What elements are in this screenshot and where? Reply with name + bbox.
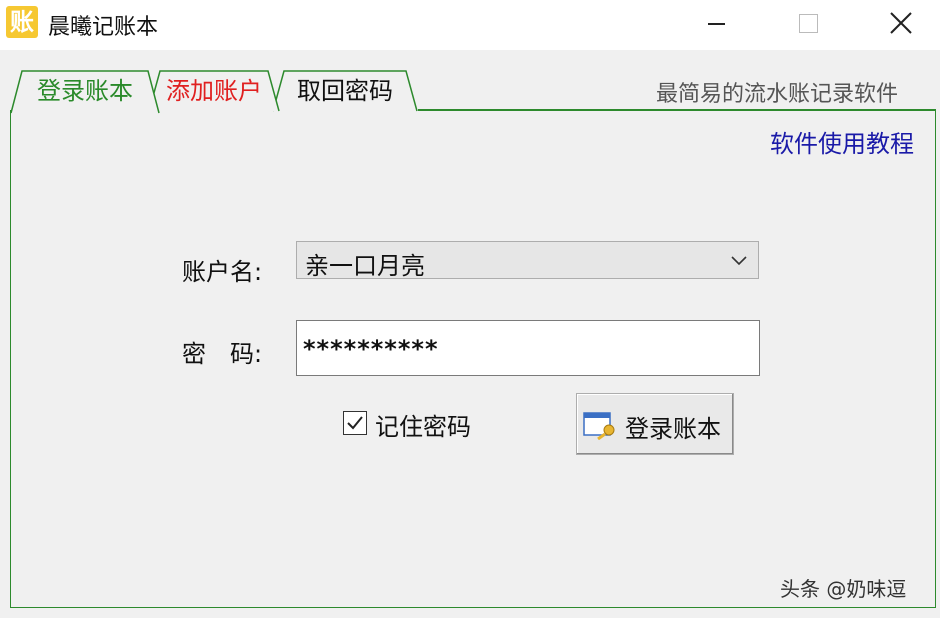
app-logo-icon: 账 (6, 6, 38, 38)
watermark: 头条 @奶味逗 (780, 577, 907, 601)
checkmark-icon (347, 416, 363, 430)
tab-login-ledger[interactable]: 登录账本 (10, 70, 160, 114)
tab-recover-label: 取回密码 (297, 77, 393, 105)
minimize-button[interactable] (694, 0, 740, 46)
login-button-label: 登录账本 (625, 415, 721, 443)
close-icon (890, 12, 912, 34)
tab-add-label: 添加账户 (166, 77, 262, 105)
username-label: 账户名: (182, 258, 263, 286)
window-edge (940, 50, 950, 618)
tab-login-label: 登录账本 (37, 77, 133, 105)
window-title: 晨曦记账本 (48, 15, 159, 40)
tab-recover-password[interactable]: 取回密码 (272, 70, 418, 112)
tab-add-account[interactable]: 添加账户 (148, 70, 280, 112)
password-label: 密 码: (182, 340, 263, 368)
username-value: 亲一口月亮 (305, 252, 425, 280)
password-field[interactable]: ********** (296, 320, 760, 376)
maximize-button[interactable] (786, 0, 832, 46)
remember-password-checkbox[interactable] (343, 411, 367, 435)
app-window: 账 晨曦记账本 取回密码 添加账户 登录账本 最简易的流水账记录软件 软件使用教… (0, 0, 950, 618)
password-value: ********** (303, 335, 439, 363)
window-key-icon (583, 412, 615, 440)
username-select[interactable]: 亲一口月亮 (296, 241, 759, 280)
login-button[interactable]: 登录账本 (576, 393, 734, 455)
remember-password-label[interactable]: 记住密码 (375, 407, 471, 442)
title-bar[interactable]: 账 晨曦记账本 (0, 0, 950, 50)
close-button[interactable] (878, 0, 924, 46)
panel-divider (418, 109, 936, 111)
app-slogan: 最简易的流水账记录软件 (656, 82, 899, 107)
chevron-down-icon (731, 256, 747, 266)
tutorial-link[interactable]: 软件使用教程 (770, 124, 914, 159)
